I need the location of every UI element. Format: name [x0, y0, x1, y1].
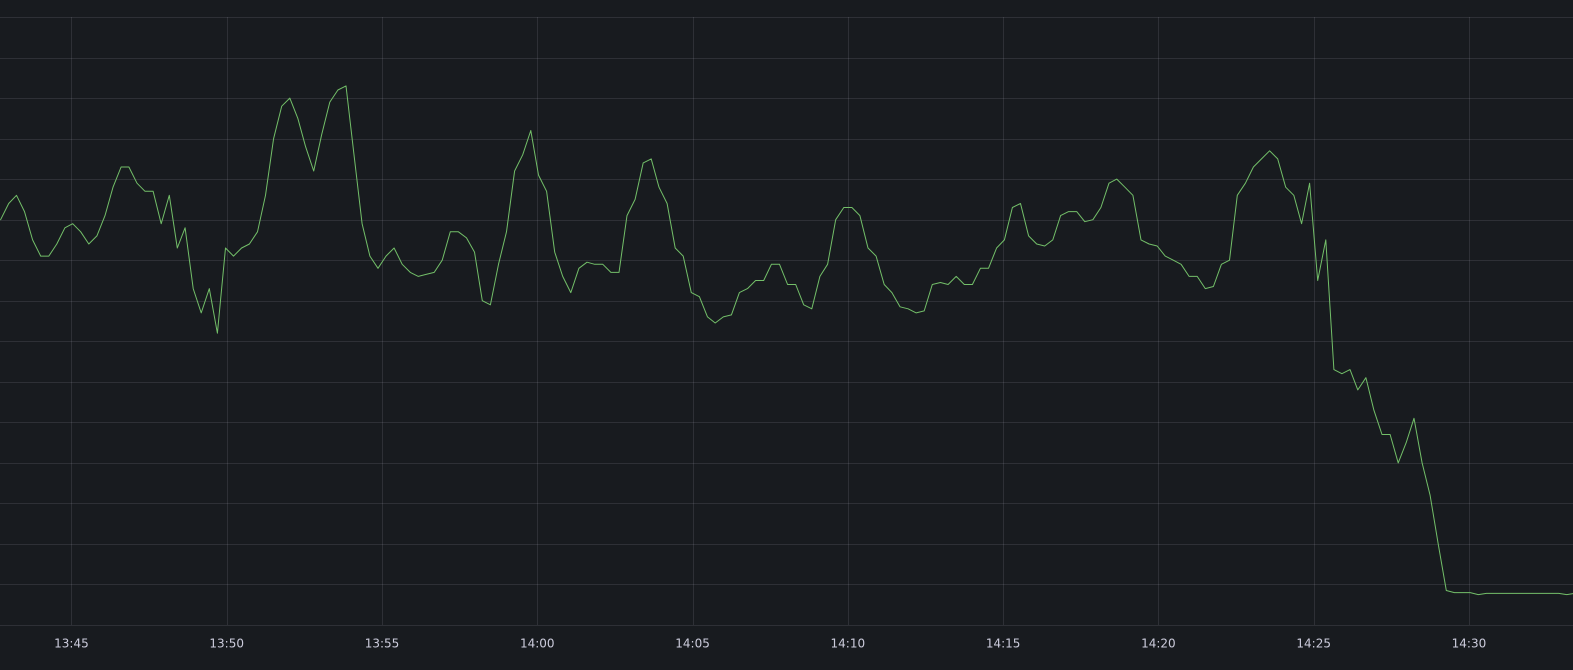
x-tick-label: 14:15 — [986, 637, 1021, 651]
x-tick-label: 13:45 — [54, 637, 89, 651]
x-tick-label: 13:55 — [365, 637, 400, 651]
x-tick-label: 13:50 — [209, 637, 244, 651]
grid — [0, 17, 1573, 626]
x-tick-label: 14:10 — [831, 637, 866, 651]
x-axis: 13:45 13:50 13:55 14:00 14:05 14:10 14:15 14:20… — [54, 637, 1486, 651]
line-chart: 13:45 13:50 13:55 14:00 14:05 14:10 14:15 14:20… — [0, 17, 1573, 651]
x-tick-label: 14:25 — [1296, 637, 1331, 651]
series-line — [0, 85, 1573, 596]
time-series-panel: 13:45 13:50 13:55 14:00 14:05 14:10 14:15 14:20… — [0, 0, 1573, 670]
x-tick-label: 14:20 — [1141, 637, 1176, 651]
x-tick-label: 14:30 — [1452, 637, 1487, 651]
series-layer — [0, 85, 1573, 596]
x-tick-label: 14:05 — [675, 637, 710, 651]
x-tick-label: 14:00 — [520, 637, 555, 651]
